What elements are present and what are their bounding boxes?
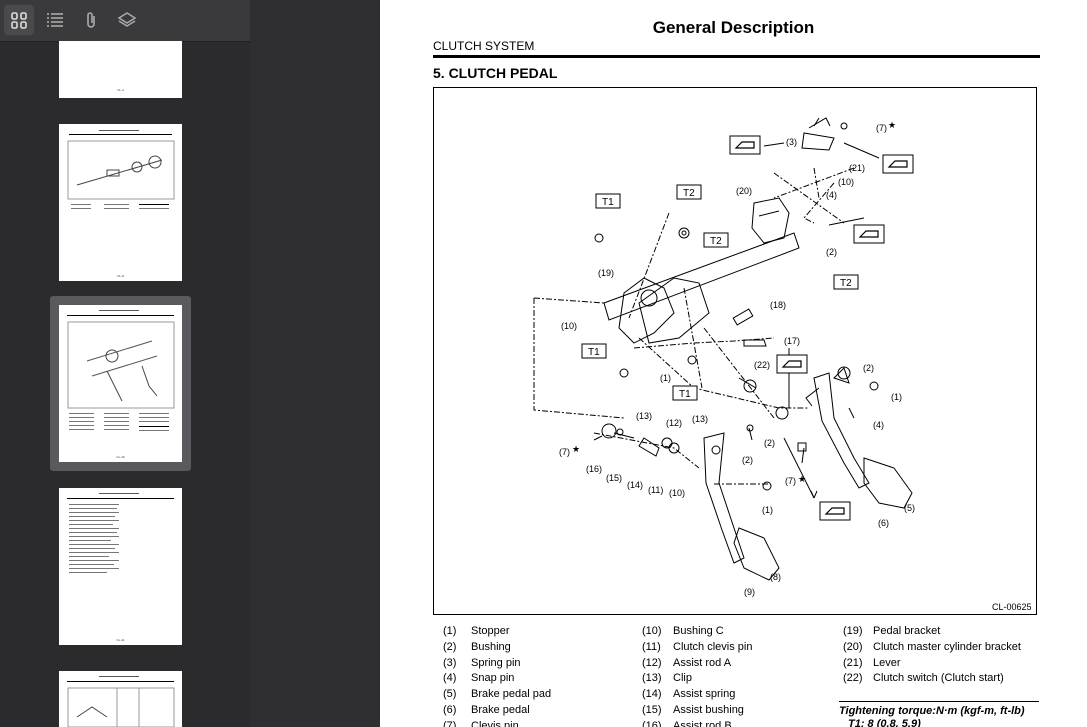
legend-item: (12) Assist rod A: [642, 656, 732, 669]
legend-item: (4) Snap pin: [443, 672, 515, 685]
callout-11: (11): [648, 485, 663, 495]
legend-item: (5) Brake pedal pad: [443, 688, 552, 701]
legend-item: (21) Lever: [843, 656, 901, 669]
page-thumbnail[interactable]: [59, 671, 182, 727]
layers-icon: [117, 12, 137, 27]
callout-17: (17): [784, 336, 800, 346]
page-thumbnail[interactable]: CL-11: [59, 488, 182, 645]
thumbnails-view-button[interactable]: [4, 5, 34, 35]
callout-16: (16): [586, 464, 602, 474]
exploded-diagram: T1 T2 T2 T2 T1 T1 (3) (7) ★ (21) (10) (4…: [433, 87, 1037, 615]
thumbnail-figure: [67, 140, 175, 200]
legend-item: (7) Clevis pin: [443, 719, 519, 727]
grid-icon: [11, 12, 27, 29]
callout-2: (2): [742, 455, 753, 465]
callout-15: (15): [606, 473, 622, 483]
callout-18: (18): [770, 300, 786, 310]
page-title: General Description: [652, 18, 815, 37]
callout-6: (6): [878, 518, 889, 528]
callout-star: ★: [572, 444, 580, 454]
callout-3: (3): [786, 137, 797, 147]
list-icon: [47, 13, 63, 27]
paperclip-icon: [87, 12, 95, 28]
page-thumbnail[interactable]: CL-8: [59, 124, 182, 281]
layers-view-button[interactable]: [112, 5, 142, 35]
callout-21: (21): [849, 163, 865, 173]
page-thumbnail[interactable]: CL-4: [59, 41, 182, 98]
legend-item: (22) Clutch switch (Clutch start): [843, 672, 1004, 685]
callout-star: ★: [888, 120, 896, 130]
callout-4: (4): [826, 190, 837, 200]
document-page: General Description CLUTCH SYSTEM 5. CLU…: [380, 0, 1087, 727]
torque-label-t1: T1: [602, 197, 614, 208]
legend-item: (15) Assist bushing: [642, 703, 744, 716]
callout-19: (19): [598, 268, 614, 278]
callout-20: (20): [736, 186, 752, 196]
torque-label-t1: T1: [679, 389, 691, 400]
callout-10: (10): [561, 321, 577, 331]
torque-label-t1: T1: [588, 347, 600, 358]
callout-10: (10): [669, 488, 685, 498]
callout-1: (1): [660, 373, 671, 383]
thumbnail-figure: [67, 687, 175, 727]
callout-9: (9): [744, 587, 755, 597]
callout-1: (1): [762, 505, 773, 515]
callout-7: (7): [876, 123, 887, 133]
attachments-view-button[interactable]: [76, 5, 106, 35]
callout-13: (13): [692, 414, 708, 424]
callout-5: (5): [904, 503, 915, 513]
callout-22: (22): [754, 360, 770, 370]
callout-10: (10): [838, 177, 854, 187]
thumbnail-page-label: CL-11: [116, 638, 125, 642]
page-thumbnail-selected[interactable]: CL-10: [59, 305, 182, 462]
outline-view-button[interactable]: [40, 5, 70, 35]
torque-title: Tightening torque:N·m (kgf-m, ft-lb): [839, 701, 1039, 717]
header-rule: [433, 55, 1040, 58]
legend-column-2: (10) Bushing C (11) Clutch clevis pin (12)…: [642, 624, 752, 727]
legend-item: (10) Bushing C: [642, 625, 724, 637]
section-name: CLUTCH SYSTEM: [433, 39, 535, 53]
thumbnail-page-label: CL-10: [116, 455, 125, 459]
torque-label-t2: T2: [710, 236, 722, 247]
legend-item: (14) Assist spring: [642, 688, 736, 701]
legend-item: (13) Clip: [642, 672, 692, 685]
sidebar-toolbar: [0, 0, 250, 42]
callout-8: (8): [770, 572, 781, 582]
legend-item: (3) Spring pin: [443, 656, 521, 669]
legend-column-3: (19) Pedal bracket (20) Clutch master cyli…: [843, 624, 1021, 687]
thumbnail-figure: [67, 321, 175, 409]
legend-item: (1) Stopper: [443, 625, 510, 637]
section-heading: 5. CLUTCH PEDAL: [433, 65, 558, 81]
torque-t1-value: T1: 8 (0.8, 5.9): [848, 718, 921, 727]
callout-2: (2): [764, 438, 775, 448]
legend-column-1: (1) Stopper (2) Bushing (3) Spring pin (4) S…: [443, 624, 551, 727]
thumbnail-sidebar: CL-4 CL-8 CL-10 CL-11: [0, 0, 250, 727]
viewer-background: [250, 0, 380, 727]
torque-label-t2: T2: [840, 278, 852, 289]
legend-item: (6) Brake pedal: [443, 703, 530, 716]
torque-label-t2: T2: [683, 188, 695, 199]
callout-2: (2): [826, 247, 837, 257]
legend-item: (16) Assist rod B: [642, 719, 732, 727]
thumbnail-page-label: CL-8: [117, 274, 124, 278]
callout-13: (13): [636, 411, 652, 421]
callout-1: (1): [891, 392, 902, 402]
callout-4: (4): [873, 420, 884, 430]
callout-7: (7): [785, 476, 796, 486]
callout-7: (7): [559, 447, 570, 457]
callout-2: (2): [863, 363, 874, 373]
callout-14: (14): [627, 480, 643, 490]
legend-item: (19) Pedal bracket: [843, 625, 941, 637]
legend-item: (11) Clutch clevis pin: [642, 640, 753, 653]
thumbnail-page-label: CL-4: [117, 88, 124, 92]
figure-code: CL-00625: [992, 602, 1032, 612]
callout-star: ★: [798, 474, 806, 484]
legend-item: (20) Clutch master cylinder bracket: [843, 640, 1021, 653]
legend-item: (2) Bushing: [443, 640, 511, 653]
callout-12: (12): [666, 418, 682, 428]
